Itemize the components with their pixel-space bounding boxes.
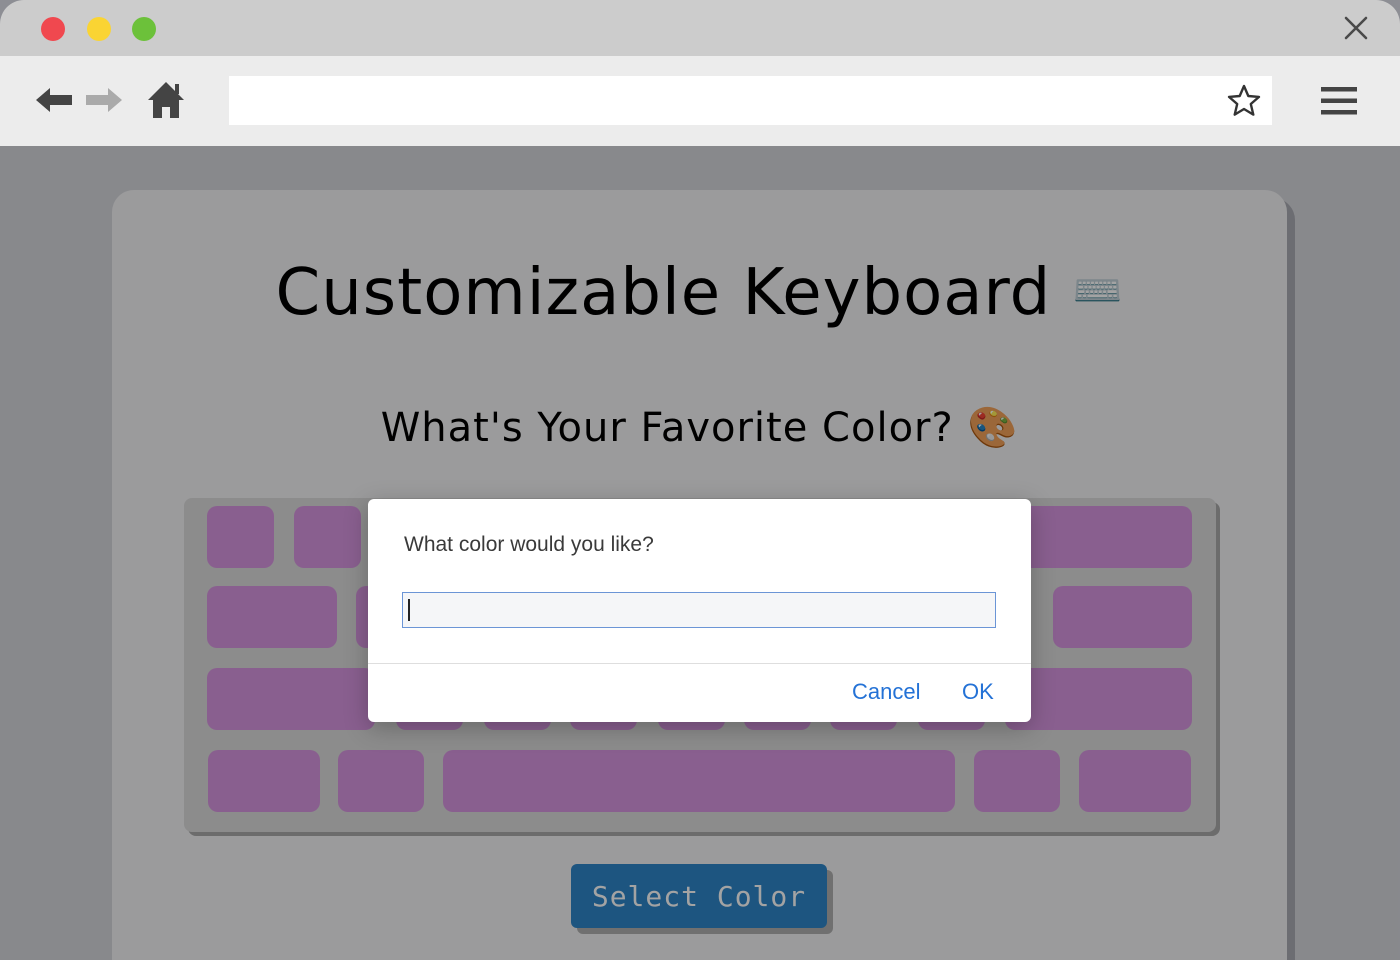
color-prompt-dialog: What color would you like? Cancel OK: [368, 499, 1031, 722]
cancel-button[interactable]: Cancel: [852, 679, 920, 705]
dialog-divider: [368, 663, 1031, 664]
arrow-right-icon[interactable]: [82, 78, 126, 122]
arrow-left-icon[interactable]: [32, 78, 76, 122]
dialog-message: What color would you like?: [404, 533, 654, 556]
window-close-dot[interactable]: [41, 17, 65, 41]
address-bar[interactable]: [229, 76, 1272, 125]
hamburger-menu-icon[interactable]: [1318, 82, 1360, 120]
window-minimize-dot[interactable]: [87, 17, 111, 41]
ok-button[interactable]: OK: [962, 679, 994, 705]
close-icon[interactable]: [1342, 14, 1370, 42]
color-input[interactable]: [402, 592, 996, 628]
star-icon[interactable]: [1226, 83, 1262, 119]
browser-toolbar: [0, 56, 1400, 146]
home-icon[interactable]: [144, 78, 188, 122]
browser-titlebar: [0, 0, 1400, 56]
text-caret: [408, 599, 410, 621]
window-maximize-dot[interactable]: [132, 17, 156, 41]
